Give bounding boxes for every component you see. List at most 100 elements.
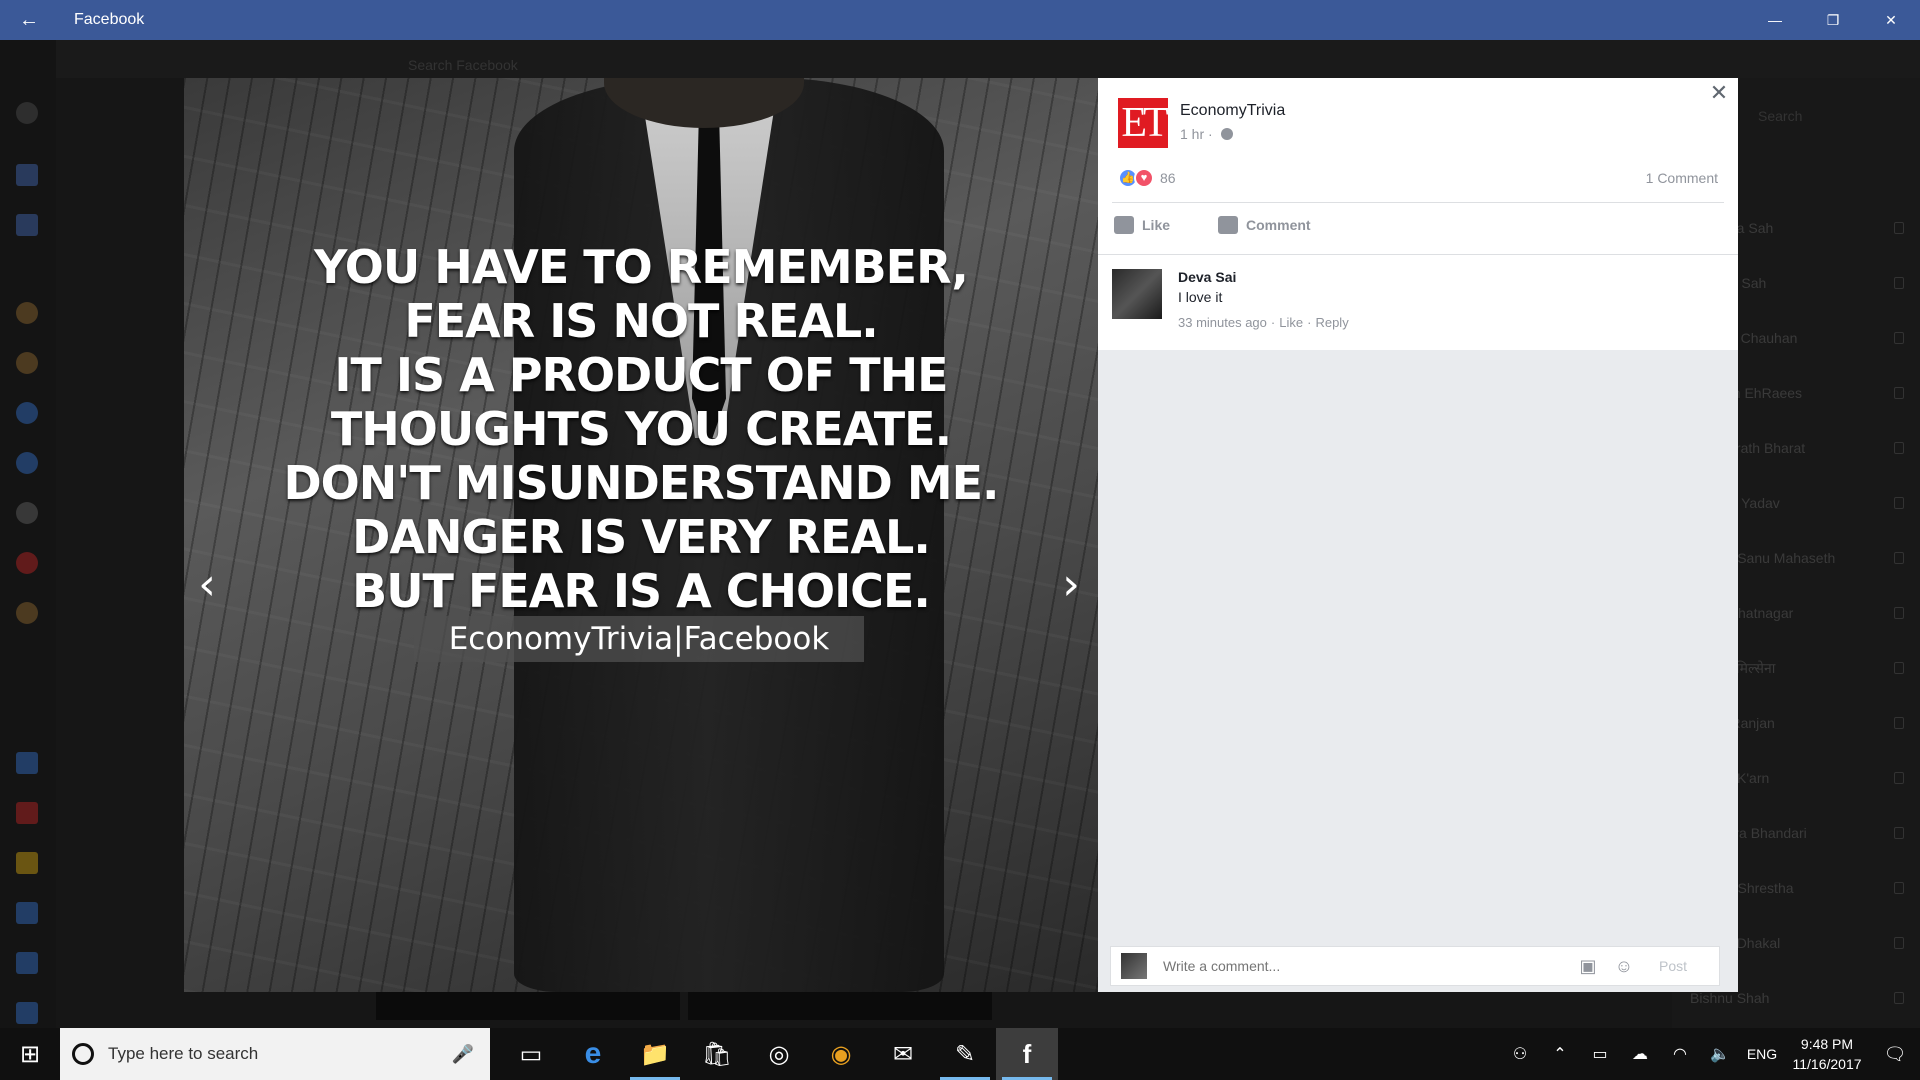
comment-text: I love it	[1178, 289, 1223, 305]
taskbar-search-box[interactable]: Type here to search 🎤	[60, 1028, 490, 1080]
post-photo: YOU HAVE TO REMEMBER, FEAR IS NOT REAL. …	[184, 78, 1098, 992]
edge-icon[interactable]: e	[562, 1028, 624, 1080]
left-rail	[0, 40, 56, 1028]
shortcut-icon	[16, 102, 38, 124]
taskbar: ⊞ Type here to search 🎤 ▭ e 📁 🛍 ◎ ◉ ✉ ✎ f ⚇ ⌃ ▭ …	[0, 1028, 1920, 1080]
microphone-icon[interactable]: 🎤	[452, 1044, 474, 1065]
shortcut-icon	[16, 852, 38, 874]
commenter-avatar[interactable]	[1112, 269, 1162, 319]
page-name-link[interactable]: EconomyTrivia	[1180, 102, 1285, 120]
title-bar: ← Facebook — ❐ ✕	[0, 0, 1920, 40]
reactions-summary[interactable]: 👍 ♥ 86	[1118, 168, 1176, 188]
comment-composer: ▣ ☺ Post	[1110, 946, 1720, 986]
post-actions: Like Comment	[1114, 216, 1311, 234]
device-icon	[1894, 552, 1904, 564]
device-icon	[1894, 827, 1904, 839]
comment-reply-link[interactable]: Reply	[1315, 315, 1348, 330]
wifi-icon[interactable]: ◠	[1660, 1044, 1700, 1064]
comment-meta: 33 minutes ago · Like · Reply	[1178, 315, 1349, 330]
user-avatar	[1121, 953, 1147, 979]
globe-icon	[1220, 128, 1233, 140]
volume-icon[interactable]: 🔈	[1700, 1044, 1740, 1064]
onedrive-icon[interactable]: ☁	[1620, 1044, 1660, 1064]
shortcut-icon	[16, 302, 38, 324]
device-icon	[1894, 717, 1904, 729]
like-button-label: Like	[1142, 217, 1171, 233]
contact-name: Bishnu Shah	[1690, 990, 1770, 1006]
post-time[interactable]: 1 hr ·	[1180, 126, 1213, 142]
pen-icon[interactable]: ✎	[934, 1028, 996, 1080]
comment-bubble-icon	[1218, 216, 1239, 234]
like-button[interactable]: Like	[1114, 216, 1170, 234]
task-view-icon[interactable]: ▭	[500, 1028, 562, 1080]
window-title: Facebook	[74, 11, 145, 28]
chrome-icon[interactable]: ◉	[810, 1028, 872, 1080]
post-meta: 1 hr ·	[1180, 126, 1233, 142]
minimize-button[interactable]: —	[1746, 0, 1804, 40]
file-explorer-icon[interactable]: 📁	[624, 1028, 686, 1080]
shortcut-icon	[16, 802, 38, 824]
comment-count-link[interactable]: 1 Comment	[1646, 170, 1718, 186]
next-photo-button[interactable]: ›	[1056, 562, 1086, 608]
chevron-up-icon[interactable]: ⌃	[1540, 1044, 1580, 1064]
device-icon	[1894, 332, 1904, 344]
shortcut-icon	[16, 164, 38, 186]
system-tray: ⚇ ⌃ ▭ ☁ ◠ 🔈 ENG 9:48 PM 11/16/2017 🗨	[1500, 1028, 1920, 1080]
comment-input[interactable]	[1163, 958, 1563, 974]
page-avatar[interactable]: ET	[1118, 98, 1169, 148]
quote-text: YOU HAVE TO REMEMBER, FEAR IS NOT REAL. …	[184, 240, 1098, 618]
device-icon	[1894, 387, 1904, 399]
device-icon	[1894, 607, 1904, 619]
photo-attach-icon[interactable]: ▣	[1577, 955, 1599, 977]
clock[interactable]: 9:48 PM 11/16/2017	[1784, 1034, 1870, 1074]
groove-music-icon[interactable]: ◎	[748, 1028, 810, 1080]
taskbar-apps: ▭ e 📁 🛍 ◎ ◉ ✉ ✎ f	[500, 1028, 1058, 1080]
people-icon[interactable]: ⚇	[1500, 1044, 1540, 1064]
close-icon[interactable]: ✕	[1708, 82, 1730, 104]
close-window-button[interactable]: ✕	[1862, 0, 1920, 40]
quote-line: BUT FEAR IS A CHOICE.	[352, 564, 931, 618]
cortana-icon	[72, 1043, 94, 1065]
quote-line: THOUGHTS YOU CREATE.	[330, 402, 952, 456]
thumbnail-strip	[376, 992, 680, 1020]
shortcut-icon	[16, 952, 38, 974]
quote-line: IT IS A PRODUCT OF THE	[334, 348, 948, 402]
back-arrow-icon[interactable]: ←	[0, 0, 58, 40]
thumbnail-strip	[688, 992, 992, 1020]
previous-photo-button[interactable]: ‹	[192, 562, 222, 608]
comment-time[interactable]: 33 minutes ago	[1178, 315, 1267, 330]
device-icon	[1894, 882, 1904, 894]
shortcut-icon	[16, 552, 38, 574]
shortcut-icon	[16, 214, 38, 236]
language-indicator[interactable]: ENG	[1740, 1046, 1784, 1062]
device-icon	[1894, 442, 1904, 454]
mail-icon[interactable]: ✉	[872, 1028, 934, 1080]
shortcut-icon	[16, 752, 38, 774]
battery-icon[interactable]: ▭	[1580, 1044, 1620, 1064]
divider	[1112, 202, 1724, 203]
start-button[interactable]: ⊞	[0, 1028, 60, 1080]
restore-button[interactable]: ❐	[1804, 0, 1862, 40]
comment-item: Deva Sai I love it 33 minutes ago · Like…	[1098, 254, 1738, 350]
post-comment-button[interactable]: Post	[1659, 958, 1687, 974]
device-icon	[1894, 662, 1904, 674]
emoji-icon[interactable]: ☺	[1613, 955, 1635, 977]
commenter-name[interactable]: Deva Sai	[1178, 269, 1236, 285]
shortcut-icon	[16, 352, 38, 374]
comment-like-link[interactable]: Like	[1279, 315, 1303, 330]
window-controls: — ❐ ✕	[1746, 0, 1920, 40]
contacts-search: Search	[1758, 108, 1803, 124]
quote-line: FEAR IS NOT REAL.	[404, 294, 878, 348]
device-icon	[1894, 222, 1904, 234]
comment-button[interactable]: Comment	[1218, 216, 1311, 234]
facebook-icon[interactable]: f	[996, 1028, 1058, 1080]
device-icon	[1894, 277, 1904, 289]
quote-line: YOU HAVE TO REMEMBER,	[314, 240, 969, 294]
post-header-card: ✕ ET EconomyTrivia 1 hr · 👍 ♥ 86 1 Comme…	[1098, 78, 1738, 350]
taskbar-search-placeholder: Type here to search	[108, 1044, 259, 1063]
clock-time: 9:48 PM	[1800, 1036, 1854, 1052]
store-icon[interactable]: 🛍	[686, 1028, 748, 1080]
clock-date: 11/16/2017	[1792, 1056, 1862, 1072]
shortcut-icon	[16, 1002, 38, 1024]
notifications-icon[interactable]: 🗨	[1870, 1044, 1920, 1065]
